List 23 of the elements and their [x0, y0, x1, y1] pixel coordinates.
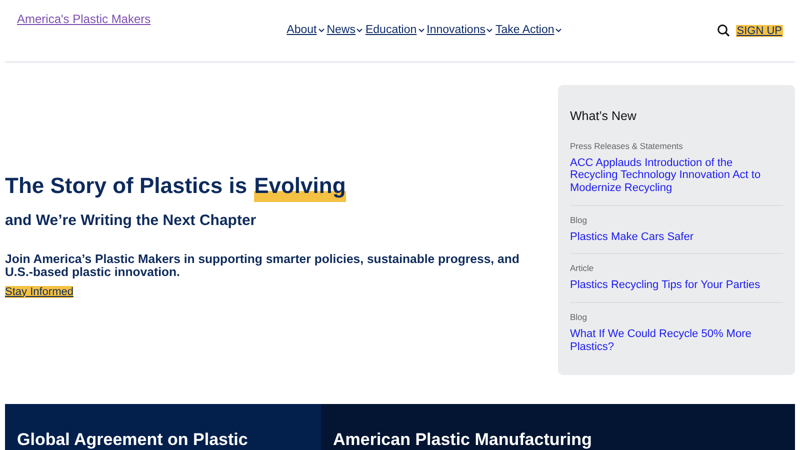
hero-title: The Story of Plastics is: [5, 172, 248, 200]
nav-link[interactable]: Education: [365, 24, 425, 36]
article-headline-link[interactable]: Plastics Make Cars Safer: [570, 230, 783, 244]
card-title: Global Agreement on Plastic: [17, 430, 249, 450]
article-headline-link[interactable]: Plastics Recycling Tips for Your Parties: [570, 279, 783, 292]
article-headline-link[interactable]: ACC Applauds Introduction of the Recycling Technology Innovation Act to Modernize Recycling: [570, 156, 783, 195]
stay-informed-link[interactable]: Stay Informed: [5, 286, 74, 298]
item-category: Blog: [570, 214, 588, 225]
card-title: American Plastic Manufacturing: [333, 430, 593, 450]
nav-link[interactable]: Take Action: [495, 24, 562, 36]
site-logo-link[interactable]: America's Plastic Makers: [17, 12, 151, 26]
nav-link[interactable]: News: [326, 24, 364, 36]
nav-link[interactable]: Innovations: [426, 24, 494, 36]
nav-link[interactable]: About: [286, 24, 325, 36]
panel-title: What’s New: [570, 108, 638, 123]
item-category: Article: [570, 263, 595, 274]
item-category: Blog: [570, 312, 588, 322]
hero-text: Join America’s Plastic Makers in supporting smarter policies, sustainable progress, and U.S.-based plastic innovation.: [5, 252, 520, 279]
hero-subtitle: and We’re Writing the Next Chapter: [5, 212, 258, 229]
article-headline-link[interactable]: What If We Could Recycle 50% More Plastics?: [570, 328, 783, 354]
item-category: Press Releases & Statements: [570, 140, 684, 151]
search-icon[interactable]: [716, 24, 730, 37]
sign-up-link[interactable]: SIGN UP: [736, 24, 783, 36]
